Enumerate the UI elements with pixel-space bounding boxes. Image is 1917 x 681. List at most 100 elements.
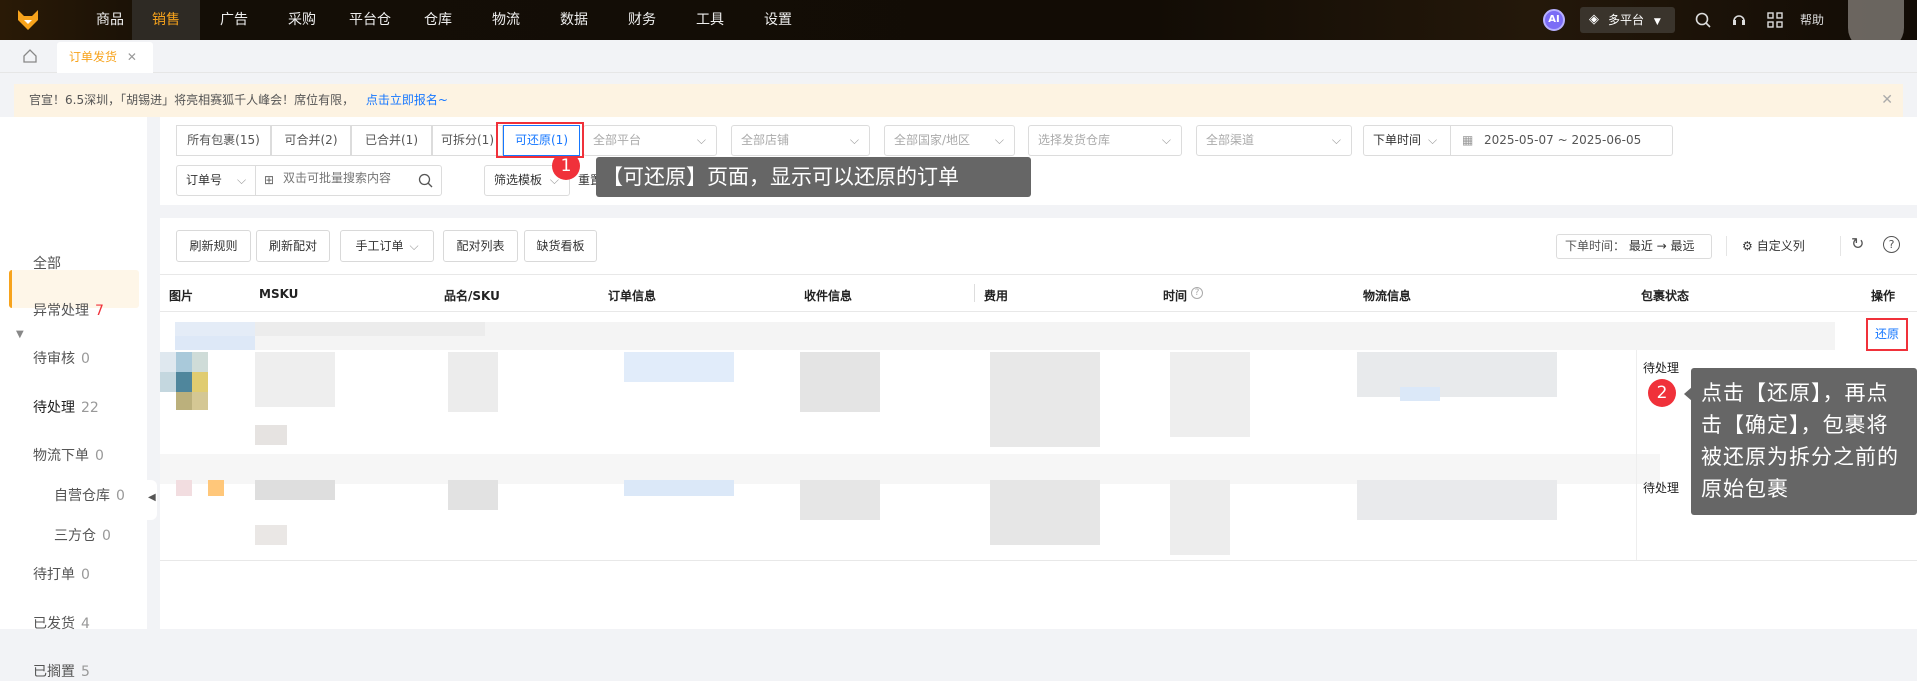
search-icon[interactable] [1695, 12, 1711, 28]
filter-dropdown[interactable]: 全部国家/地区 ⌵ [884, 125, 1015, 156]
blurred-content [176, 480, 192, 496]
blurred-content [192, 372, 208, 392]
filter-dropdown[interactable]: 全部渠道 ⌵ [1196, 125, 1352, 156]
ai-button[interactable]: AI [1543, 9, 1565, 31]
blurred-content [1400, 387, 1440, 401]
date-end[interactable]: 2025-06-05 [1571, 133, 1641, 147]
sidebar-item[interactable]: 已搁置 5 [33, 661, 90, 681]
sidebar-item[interactable]: 物流下单 0 [33, 445, 104, 465]
search-input[interactable] [283, 171, 413, 185]
time-type-select[interactable]: 下单时间 [1373, 126, 1421, 155]
nav-item[interactable]: 物流 [472, 0, 540, 40]
date-start[interactable]: 2025-05-07 [1484, 133, 1554, 147]
sidebar-item[interactable]: 异常处理 7 [33, 300, 104, 320]
sidebar-item[interactable]: 三方仓 0 [54, 525, 111, 545]
search-box: 订单号 ⌵ ⊞ [176, 165, 442, 196]
segment-tab[interactable]: 所有包裹(15) [176, 125, 271, 156]
blurred-content [1357, 480, 1557, 520]
nav-item[interactable]: 财务 [608, 0, 676, 40]
blurred-content [1170, 480, 1230, 555]
filter-dropdown[interactable]: 选择发货仓库 ⌵ [1028, 125, 1182, 156]
nav-item[interactable]: 平台仓 [336, 0, 404, 40]
column-header: 收件信息 [804, 289, 853, 303]
filter-dropdown[interactable]: 全部店铺 ⌵ [731, 125, 870, 156]
nav-item[interactable]: 数据 [540, 0, 608, 40]
search-icon[interactable] [418, 173, 433, 188]
annotation-tooltip: 【可还原】页面，显示可以还原的订单 [596, 157, 1031, 197]
filter-dropdown[interactable]: 全部平台 ⌵ [583, 125, 717, 156]
blurred-content [255, 525, 287, 545]
logo-icon[interactable] [16, 8, 40, 32]
platform-label: 多平台 [1608, 13, 1645, 27]
chevron-down-icon: ⌵ [849, 133, 859, 147]
restore-button[interactable]: 还原 [1866, 318, 1908, 351]
nav-item[interactable]: 工具 [676, 0, 744, 40]
platform-switcher[interactable]: ◈ 多平台 ▼ [1580, 7, 1675, 33]
toolbar-button[interactable]: 刷新规则 [176, 230, 251, 262]
tab-order-shipping[interactable]: 订单发货 ✕ [57, 42, 153, 73]
help-icon[interactable]: ? [1191, 287, 1203, 299]
nav-item[interactable]: 采购 [268, 0, 336, 40]
blurred-content [990, 352, 1100, 447]
headset-icon[interactable] [1731, 11, 1747, 29]
toolbar-button[interactable]: 刷新配对 [256, 230, 330, 262]
toolbar-button[interactable]: 缺货看板 [524, 230, 597, 262]
segment-tab[interactable]: 可合并(2) [271, 125, 351, 156]
toolbar-button[interactable]: 手工订单 ⌵ [340, 230, 434, 262]
date-range-filter[interactable]: 下单时间 ⌵ ▦ 2025-05-07 ~ 2025-06-05 [1363, 125, 1673, 156]
banner-signup-link[interactable]: 点击立即报名~ [366, 93, 448, 107]
caret-left-icon: ◀ [148, 492, 156, 503]
announcement-banner: 官宣！6.5深圳，「胡锡进」将亮相赛狐千人峰会！席位有限， 点击立即报名~ ✕ [14, 84, 1903, 117]
apps-grid-icon[interactable] [1767, 12, 1783, 28]
sidebar-item[interactable]: 待打单 0 [33, 564, 90, 584]
help-link[interactable]: 帮助 [1800, 0, 1824, 40]
blurred-content [1170, 352, 1250, 437]
sidebar-item[interactable]: 自营仓库 0 [54, 485, 125, 505]
column-header: 订单信息 [608, 289, 657, 303]
toolbar-button[interactable]: 配对列表 [443, 230, 518, 262]
blurred-content [800, 352, 880, 412]
chevron-down-icon: ⌵ [696, 133, 706, 147]
segment-tab[interactable]: 已合并(1) [351, 125, 432, 156]
search-type-select[interactable]: 订单号 [186, 166, 222, 195]
column-header: 费用 [984, 289, 1009, 303]
step-badge: 2 [1648, 379, 1676, 407]
layers-icon: ◈ [1589, 12, 1599, 27]
status-sidebar: 全部异常处理 7 待审核 0 待处理 22 物流下单 0 自营仓库 0 三方仓 0 待打单 0 已发货 4 已搁… [0, 117, 147, 680]
column-header: 品名/SKU [444, 289, 500, 303]
close-icon[interactable]: ✕ [1881, 84, 1893, 117]
blurred-content [255, 352, 335, 407]
sidebar-collapse-handle[interactable]: ◀ [147, 480, 157, 520]
nav-item[interactable]: 设置 [744, 0, 812, 40]
blurred-content [176, 352, 192, 372]
segment-tab[interactable]: 可拆分(1) [432, 125, 503, 156]
blurred-content [175, 322, 255, 336]
package-status: 待处理 [1643, 361, 1680, 375]
custom-columns-button[interactable]: ⚙ 自定义列 [1742, 236, 1805, 256]
column-header: 包裹状态 [1641, 289, 1690, 303]
close-icon[interactable]: ✕ [127, 50, 137, 64]
blurred-content [255, 425, 287, 445]
chevron-down-icon: ⌵ [994, 133, 1004, 147]
chevron-down-icon: ⌵ [1331, 133, 1341, 147]
help-icon[interactable]: ? [1883, 236, 1900, 253]
chevron-down-icon: ⌵ [1428, 133, 1438, 147]
nav-item[interactable]: 广告 [200, 0, 268, 40]
caret-down-icon[interactable]: ▼ [16, 329, 24, 340]
step-badge: 1 [552, 152, 580, 180]
sidebar-item[interactable]: 待审核 0 [33, 348, 90, 368]
home-icon[interactable] [23, 49, 37, 63]
sidebar-item[interactable]: 已发货 4 [33, 613, 90, 633]
sort-order-toggle[interactable]: 下单时间： 最近 → 最远 [1556, 234, 1712, 259]
batch-search-icon[interactable]: ⊞ [264, 166, 274, 195]
refresh-icon[interactable]: ↻ [1851, 234, 1864, 253]
nav-item[interactable]: 销售 [132, 0, 200, 40]
segment-tab[interactable]: 可还原(1) [503, 125, 580, 156]
top-nav: 商品 销售 广告 采购 平台仓 仓库 物流 数据 财务 工具 设置 AI ◈ 多平台 ▼ 帮助 [0, 0, 1917, 50]
sidebar-item[interactable]: 待处理 22 [33, 397, 99, 417]
annotation-tooltip: 点击【还原】，再点击【确定】，包裹将被还原为拆分之前的原始包裹 [1691, 368, 1917, 515]
blurred-content [255, 322, 485, 336]
sidebar-item[interactable]: 全部 [33, 253, 67, 273]
calendar-icon: ▦ [1462, 133, 1474, 147]
nav-item[interactable]: 仓库 [404, 0, 472, 40]
